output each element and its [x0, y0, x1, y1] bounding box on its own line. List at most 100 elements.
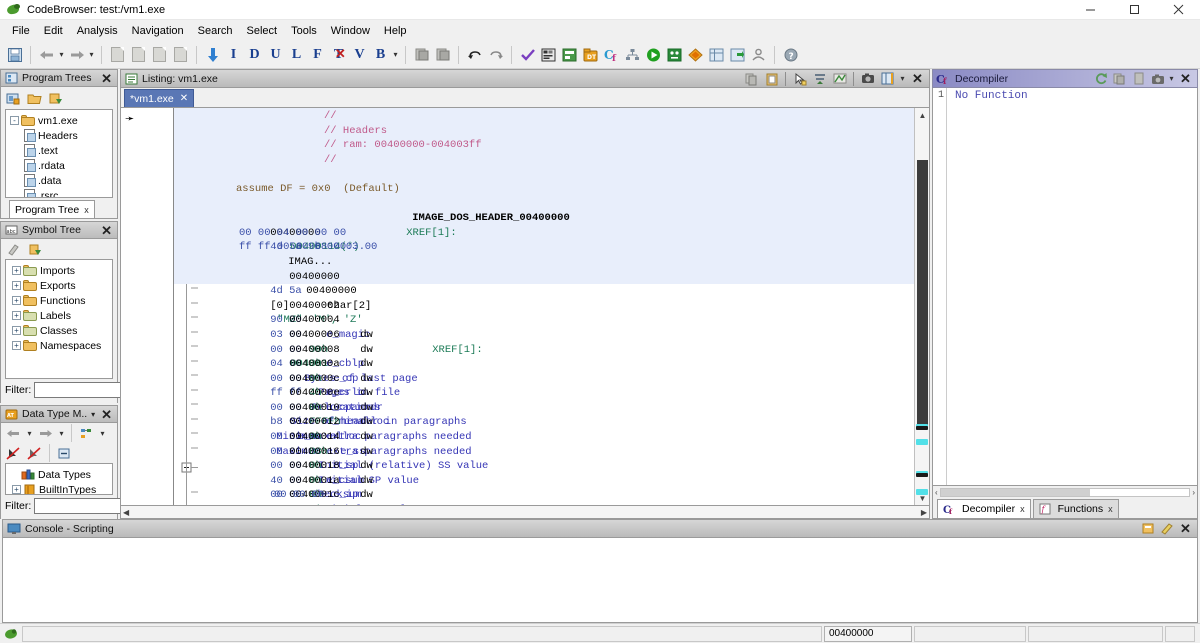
symbol-node-classes[interactable]: + Classes	[8, 323, 112, 338]
paste-icon[interactable]	[762, 70, 781, 87]
listing-address[interactable]: 0040001a	[289, 475, 339, 487]
dt-back-dropdown-icon[interactable]: ▾	[25, 429, 34, 438]
program-tree-view[interactable]: - vm1.exe Headers .text	[5, 109, 113, 198]
listing-row[interactable]: // Headers	[174, 124, 914, 139]
tab-decompiler[interactable]: Cf Decompiler x	[937, 499, 1031, 518]
diff-previous-icon[interactable]	[411, 44, 432, 65]
back-dropdown-icon[interactable]: ▾	[57, 50, 66, 59]
diff-navigate-icon[interactable]	[810, 70, 829, 87]
rename-symbol-icon[interactable]	[4, 240, 23, 258]
listing-vertical-scrollbar[interactable]: ▲ ▼	[914, 108, 929, 505]
copy-icon[interactable]	[742, 70, 761, 87]
export-program-icon[interactable]	[727, 44, 748, 65]
menu-edit[interactable]: Edit	[37, 23, 70, 39]
symbol-tree-view[interactable]: + Imports + Exports + Functions	[5, 259, 113, 379]
symbol-node-labels[interactable]: + Labels	[8, 308, 112, 323]
tab-functions[interactable]: f Functions x	[1033, 499, 1119, 518]
dt-no-array-icon[interactable]	[25, 444, 44, 462]
close-icon[interactable]: x	[84, 205, 89, 215]
copy-listing-icon[interactable]	[128, 44, 149, 65]
listing-address[interactable]: 0040000c	[289, 373, 339, 385]
bookmark-marker[interactable]	[916, 473, 928, 477]
maximize-button[interactable]	[1112, 0, 1156, 20]
listing-row[interactable]	[174, 167, 914, 182]
listing-address[interactable]: 00400000	[289, 271, 339, 283]
expand-toggle-icon[interactable]: +	[12, 281, 21, 290]
scroll-down-icon[interactable]: ▼	[915, 491, 930, 505]
listing-address[interactable]: 00400000	[306, 285, 356, 297]
close-icon[interactable]: ✕	[908, 70, 927, 87]
diff-next-icon[interactable]	[432, 44, 453, 65]
listing-row[interactable]: //	[174, 109, 914, 124]
function-graph-icon[interactable]	[559, 44, 580, 65]
memory-map-icon[interactable]	[538, 44, 559, 65]
dt-forward-icon[interactable]	[36, 424, 55, 442]
text-search-icon[interactable]: T✕	[328, 44, 349, 65]
version-tracking-icon[interactable]	[685, 44, 706, 65]
undo-icon[interactable]	[464, 44, 485, 65]
menu-select[interactable]: Select	[240, 23, 285, 39]
paste-listing-icon[interactable]	[149, 44, 170, 65]
scrollbar-thumb[interactable]	[917, 160, 928, 425]
listing-content[interactable]: // // Headers // ram: 00400000-004003ff …	[174, 108, 914, 505]
menu-file[interactable]: File	[5, 23, 37, 39]
forward-dropdown-icon[interactable]: ▾	[87, 50, 96, 59]
listing-row[interactable]: IMAGE_DOS_HEADER_00400000 XREF[1]: 00400…	[174, 197, 914, 212]
paste-tree-icon[interactable]	[46, 89, 65, 107]
symbol-node-namespaces[interactable]: + Namespaces	[8, 338, 112, 353]
scrollbar-track[interactable]	[940, 488, 1191, 497]
expand-toggle-icon[interactable]: +	[12, 485, 21, 494]
listing-row[interactable]: 00 00 00	[174, 488, 914, 503]
tree-node-root[interactable]: - vm1.exe	[8, 113, 112, 128]
listing-label[interactable]: IMAGE_DOS_HEADER_00400000	[412, 212, 570, 224]
scrollbar-thumb[interactable]	[941, 489, 1090, 496]
data-type-manager-icon[interactable]: DT	[580, 44, 601, 65]
listing-address[interactable]: 00400010	[289, 402, 339, 414]
fields-dropdown-icon[interactable]: ▾	[898, 74, 907, 83]
listing-address[interactable]: 0040000e	[289, 387, 339, 399]
run-script-icon[interactable]	[643, 44, 664, 65]
dt-node-builtintypes[interactable]: + BuiltInTypes	[8, 482, 112, 495]
scroll-left-icon[interactable]: ◀	[123, 508, 129, 517]
listing-address[interactable]: 00400014	[289, 431, 339, 443]
relocation-table-icon[interactable]	[748, 44, 769, 65]
copy-decompiled-icon[interactable]	[1110, 70, 1129, 87]
expand-toggle-icon[interactable]: +	[12, 326, 21, 335]
c-parser-icon[interactable]: Cf	[601, 44, 622, 65]
paste-symbol-icon[interactable]	[25, 240, 44, 258]
menu-tools[interactable]: Tools	[284, 23, 324, 39]
close-icon[interactable]: ✕	[98, 72, 115, 85]
snapshot-icon[interactable]	[1148, 70, 1167, 87]
save-icon[interactable]	[4, 44, 25, 65]
listing-address[interactable]: 00400006	[289, 329, 339, 341]
listing-address[interactable]: 00400012	[289, 416, 339, 428]
label-icon[interactable]: L	[286, 44, 307, 65]
function-icon[interactable]: F	[307, 44, 328, 65]
symbol-node-functions[interactable]: + Functions	[8, 293, 112, 308]
export-c-icon[interactable]	[1129, 70, 1148, 87]
close-icon[interactable]: ✕	[1176, 520, 1195, 537]
chevron-right-icon[interactable]: ›	[1192, 488, 1195, 497]
bookmark-icon[interactable]: B	[370, 44, 391, 65]
scroll-up-icon[interactable]: ▲	[915, 108, 930, 122]
console-settings-icon[interactable]	[1157, 520, 1176, 537]
dt-collapse-all-icon[interactable]	[55, 444, 74, 462]
close-button[interactable]	[1156, 0, 1200, 20]
dt-back-icon[interactable]	[4, 424, 23, 442]
snapshot-icon[interactable]	[858, 70, 877, 87]
expand-toggle-icon[interactable]: +	[12, 266, 21, 275]
tree-node-text[interactable]: .text	[8, 143, 112, 158]
listing-address[interactable]: 00400002	[289, 300, 339, 312]
open-folder-icon[interactable]	[25, 89, 44, 107]
go-to-address-icon[interactable]	[202, 44, 223, 65]
undefined-icon[interactable]: U	[265, 44, 286, 65]
tree-node-headers[interactable]: Headers	[8, 128, 112, 143]
close-icon[interactable]: x	[1020, 504, 1025, 514]
defined-data-table-icon[interactable]	[706, 44, 727, 65]
instruction-icon[interactable]: I	[223, 44, 244, 65]
listing-address[interactable]: 00400016	[289, 446, 339, 458]
refresh-icon[interactable]	[1091, 70, 1110, 87]
tree-node-rsrc[interactable]: .rsrc	[8, 188, 112, 198]
listing-address[interactable]: 00400008	[289, 344, 339, 356]
decompiler-menu-icon[interactable]: ▾	[1167, 74, 1176, 83]
